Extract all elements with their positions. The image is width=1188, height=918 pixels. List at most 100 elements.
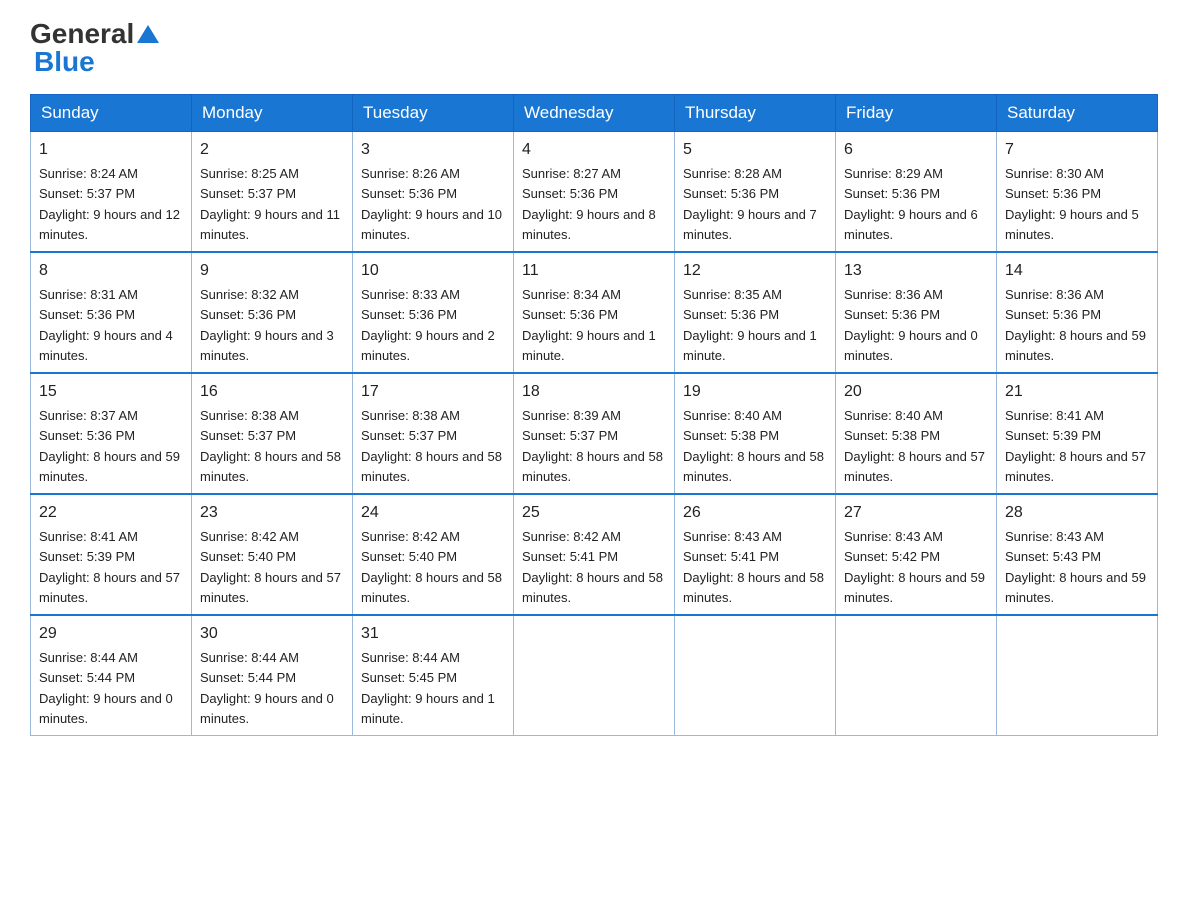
day-number: 30 bbox=[200, 622, 344, 646]
calendar-cell: 23 Sunrise: 8:42 AMSunset: 5:40 PMDaylig… bbox=[192, 494, 353, 615]
day-number: 12 bbox=[683, 259, 827, 283]
day-number: 1 bbox=[39, 138, 183, 162]
day-info: Sunrise: 8:44 AMSunset: 5:44 PMDaylight:… bbox=[200, 650, 334, 726]
day-info: Sunrise: 8:43 AMSunset: 5:43 PMDaylight:… bbox=[1005, 529, 1146, 605]
calendar-cell: 27 Sunrise: 8:43 AMSunset: 5:42 PMDaylig… bbox=[836, 494, 997, 615]
day-number: 17 bbox=[361, 380, 505, 404]
day-info: Sunrise: 8:32 AMSunset: 5:36 PMDaylight:… bbox=[200, 287, 334, 363]
day-number: 29 bbox=[39, 622, 183, 646]
calendar-cell: 4 Sunrise: 8:27 AMSunset: 5:36 PMDayligh… bbox=[514, 132, 675, 253]
day-number: 6 bbox=[844, 138, 988, 162]
day-number: 27 bbox=[844, 501, 988, 525]
day-info: Sunrise: 8:25 AMSunset: 5:37 PMDaylight:… bbox=[200, 166, 340, 242]
weekday-header-tuesday: Tuesday bbox=[353, 95, 514, 132]
day-number: 16 bbox=[200, 380, 344, 404]
weekday-header-wednesday: Wednesday bbox=[514, 95, 675, 132]
calendar-cell bbox=[997, 615, 1158, 736]
day-number: 18 bbox=[522, 380, 666, 404]
day-number: 9 bbox=[200, 259, 344, 283]
day-number: 21 bbox=[1005, 380, 1149, 404]
calendar-week-row: 1 Sunrise: 8:24 AMSunset: 5:37 PMDayligh… bbox=[31, 132, 1158, 253]
day-info: Sunrise: 8:41 AMSunset: 5:39 PMDaylight:… bbox=[39, 529, 180, 605]
calendar-cell: 3 Sunrise: 8:26 AMSunset: 5:36 PMDayligh… bbox=[353, 132, 514, 253]
day-info: Sunrise: 8:38 AMSunset: 5:37 PMDaylight:… bbox=[200, 408, 341, 484]
calendar-cell: 20 Sunrise: 8:40 AMSunset: 5:38 PMDaylig… bbox=[836, 373, 997, 494]
calendar-cell: 16 Sunrise: 8:38 AMSunset: 5:37 PMDaylig… bbox=[192, 373, 353, 494]
day-info: Sunrise: 8:27 AMSunset: 5:36 PMDaylight:… bbox=[522, 166, 656, 242]
calendar-cell: 5 Sunrise: 8:28 AMSunset: 5:36 PMDayligh… bbox=[675, 132, 836, 253]
weekday-header-friday: Friday bbox=[836, 95, 997, 132]
calendar-cell: 30 Sunrise: 8:44 AMSunset: 5:44 PMDaylig… bbox=[192, 615, 353, 736]
logo: General Blue bbox=[30, 20, 159, 76]
day-info: Sunrise: 8:42 AMSunset: 5:40 PMDaylight:… bbox=[200, 529, 341, 605]
day-info: Sunrise: 8:41 AMSunset: 5:39 PMDaylight:… bbox=[1005, 408, 1146, 484]
day-info: Sunrise: 8:38 AMSunset: 5:37 PMDaylight:… bbox=[361, 408, 502, 484]
day-info: Sunrise: 8:33 AMSunset: 5:36 PMDaylight:… bbox=[361, 287, 495, 363]
day-number: 15 bbox=[39, 380, 183, 404]
day-info: Sunrise: 8:43 AMSunset: 5:41 PMDaylight:… bbox=[683, 529, 824, 605]
day-info: Sunrise: 8:29 AMSunset: 5:36 PMDaylight:… bbox=[844, 166, 978, 242]
day-info: Sunrise: 8:24 AMSunset: 5:37 PMDaylight:… bbox=[39, 166, 180, 242]
calendar-week-row: 8 Sunrise: 8:31 AMSunset: 5:36 PMDayligh… bbox=[31, 252, 1158, 373]
calendar-cell: 15 Sunrise: 8:37 AMSunset: 5:36 PMDaylig… bbox=[31, 373, 192, 494]
calendar-cell: 9 Sunrise: 8:32 AMSunset: 5:36 PMDayligh… bbox=[192, 252, 353, 373]
logo-general-text: General bbox=[30, 20, 134, 48]
day-number: 23 bbox=[200, 501, 344, 525]
calendar-cell bbox=[836, 615, 997, 736]
day-number: 13 bbox=[844, 259, 988, 283]
calendar-cell: 26 Sunrise: 8:43 AMSunset: 5:41 PMDaylig… bbox=[675, 494, 836, 615]
day-number: 31 bbox=[361, 622, 505, 646]
day-info: Sunrise: 8:36 AMSunset: 5:36 PMDaylight:… bbox=[1005, 287, 1146, 363]
calendar-cell: 18 Sunrise: 8:39 AMSunset: 5:37 PMDaylig… bbox=[514, 373, 675, 494]
calendar-cell bbox=[514, 615, 675, 736]
day-number: 22 bbox=[39, 501, 183, 525]
calendar-cell: 14 Sunrise: 8:36 AMSunset: 5:36 PMDaylig… bbox=[997, 252, 1158, 373]
day-info: Sunrise: 8:40 AMSunset: 5:38 PMDaylight:… bbox=[683, 408, 824, 484]
day-number: 3 bbox=[361, 138, 505, 162]
calendar-week-row: 22 Sunrise: 8:41 AMSunset: 5:39 PMDaylig… bbox=[31, 494, 1158, 615]
calendar-cell: 29 Sunrise: 8:44 AMSunset: 5:44 PMDaylig… bbox=[31, 615, 192, 736]
calendar-cell: 6 Sunrise: 8:29 AMSunset: 5:36 PMDayligh… bbox=[836, 132, 997, 253]
calendar-cell: 25 Sunrise: 8:42 AMSunset: 5:41 PMDaylig… bbox=[514, 494, 675, 615]
calendar-cell: 1 Sunrise: 8:24 AMSunset: 5:37 PMDayligh… bbox=[31, 132, 192, 253]
day-info: Sunrise: 8:26 AMSunset: 5:36 PMDaylight:… bbox=[361, 166, 502, 242]
calendar-cell: 19 Sunrise: 8:40 AMSunset: 5:38 PMDaylig… bbox=[675, 373, 836, 494]
weekday-header-thursday: Thursday bbox=[675, 95, 836, 132]
day-info: Sunrise: 8:37 AMSunset: 5:36 PMDaylight:… bbox=[39, 408, 180, 484]
day-number: 11 bbox=[522, 259, 666, 283]
day-number: 8 bbox=[39, 259, 183, 283]
calendar-cell: 22 Sunrise: 8:41 AMSunset: 5:39 PMDaylig… bbox=[31, 494, 192, 615]
day-info: Sunrise: 8:42 AMSunset: 5:41 PMDaylight:… bbox=[522, 529, 663, 605]
day-info: Sunrise: 8:40 AMSunset: 5:38 PMDaylight:… bbox=[844, 408, 985, 484]
day-number: 7 bbox=[1005, 138, 1149, 162]
weekday-header-monday: Monday bbox=[192, 95, 353, 132]
calendar-cell: 7 Sunrise: 8:30 AMSunset: 5:36 PMDayligh… bbox=[997, 132, 1158, 253]
day-info: Sunrise: 8:31 AMSunset: 5:36 PMDaylight:… bbox=[39, 287, 173, 363]
calendar-week-row: 29 Sunrise: 8:44 AMSunset: 5:44 PMDaylig… bbox=[31, 615, 1158, 736]
day-info: Sunrise: 8:30 AMSunset: 5:36 PMDaylight:… bbox=[1005, 166, 1139, 242]
calendar-cell: 10 Sunrise: 8:33 AMSunset: 5:36 PMDaylig… bbox=[353, 252, 514, 373]
day-info: Sunrise: 8:42 AMSunset: 5:40 PMDaylight:… bbox=[361, 529, 502, 605]
calendar-header: SundayMondayTuesdayWednesdayThursdayFrid… bbox=[31, 95, 1158, 132]
weekday-header-row: SundayMondayTuesdayWednesdayThursdayFrid… bbox=[31, 95, 1158, 132]
day-number: 5 bbox=[683, 138, 827, 162]
calendar-cell: 13 Sunrise: 8:36 AMSunset: 5:36 PMDaylig… bbox=[836, 252, 997, 373]
calendar-week-row: 15 Sunrise: 8:37 AMSunset: 5:36 PMDaylig… bbox=[31, 373, 1158, 494]
calendar-cell: 21 Sunrise: 8:41 AMSunset: 5:39 PMDaylig… bbox=[997, 373, 1158, 494]
day-number: 19 bbox=[683, 380, 827, 404]
calendar-cell: 12 Sunrise: 8:35 AMSunset: 5:36 PMDaylig… bbox=[675, 252, 836, 373]
logo-triangle-icon bbox=[137, 23, 159, 45]
calendar-cell: 2 Sunrise: 8:25 AMSunset: 5:37 PMDayligh… bbox=[192, 132, 353, 253]
calendar-cell: 17 Sunrise: 8:38 AMSunset: 5:37 PMDaylig… bbox=[353, 373, 514, 494]
calendar-cell: 28 Sunrise: 8:43 AMSunset: 5:43 PMDaylig… bbox=[997, 494, 1158, 615]
day-number: 28 bbox=[1005, 501, 1149, 525]
calendar-cell: 11 Sunrise: 8:34 AMSunset: 5:36 PMDaylig… bbox=[514, 252, 675, 373]
day-number: 10 bbox=[361, 259, 505, 283]
day-info: Sunrise: 8:35 AMSunset: 5:36 PMDaylight:… bbox=[683, 287, 817, 363]
calendar-cell: 24 Sunrise: 8:42 AMSunset: 5:40 PMDaylig… bbox=[353, 494, 514, 615]
day-number: 24 bbox=[361, 501, 505, 525]
day-number: 25 bbox=[522, 501, 666, 525]
calendar-table: SundayMondayTuesdayWednesdayThursdayFrid… bbox=[30, 94, 1158, 736]
day-number: 2 bbox=[200, 138, 344, 162]
day-info: Sunrise: 8:43 AMSunset: 5:42 PMDaylight:… bbox=[844, 529, 985, 605]
